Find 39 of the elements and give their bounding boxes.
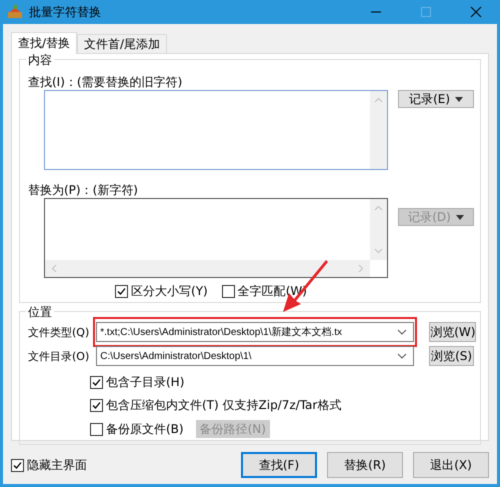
scroll-up-icon[interactable] [374, 204, 383, 213]
action-button[interactable]: 替换(R) [327, 452, 403, 478]
close-icon[interactable] [469, 5, 483, 19]
history-button[interactable]: 记录(E) [398, 90, 474, 108]
group-title: 位置 [26, 304, 54, 321]
checkmark-icon [13, 460, 22, 470]
field-label: 文件目录(O) [28, 348, 90, 364]
checkmark-icon [92, 378, 101, 387]
scroll-up-icon[interactable] [374, 96, 384, 105]
dropdown-icon [397, 353, 408, 359]
scroll-right-icon[interactable] [356, 264, 365, 273]
field-label: 文件类型(Q) [28, 324, 90, 340]
tab[interactable]: 文件首/尾添加 [77, 34, 168, 53]
window-title: 批量字符替换 [29, 4, 102, 20]
caret-icon [455, 96, 464, 102]
tab[interactable]: 查找/替换 [11, 32, 78, 54]
browse-button[interactable]: 浏览(W) [429, 322, 476, 342]
maximize-icon[interactable] [419, 5, 433, 19]
combo-field[interactable]: C:\Users\Administrator\Desktop\1\ [96, 346, 414, 366]
field-label: 查找(I)：(需要替换的旧字符) [28, 74, 184, 90]
option-checkbox[interactable]: 包含压缩包内文件(T) 仅支持Zip/7z/Tar格式 [90, 397, 342, 414]
app-icon [7, 5, 23, 19]
checkmark-icon [117, 287, 126, 296]
action-button[interactable]: 查找(F) [241, 452, 317, 478]
action-button[interactable]: 退出(X) [413, 452, 489, 478]
option-checkbox[interactable]: 区分大小写(Y) [115, 283, 208, 300]
field-label: 替换为(P)：(新字符) [28, 182, 139, 198]
scroll-down-icon[interactable] [374, 246, 383, 255]
dropdown-icon [397, 329, 408, 335]
option-checkbox[interactable]: 备份原文件(B) [90, 420, 184, 438]
caret-icon [456, 214, 464, 220]
checkmark-icon [92, 401, 101, 410]
replace-text-area[interactable] [44, 198, 388, 278]
option-checkbox[interactable]: 包含子目录(H) [90, 374, 184, 391]
browse-button[interactable]: 浏览(S) [429, 346, 474, 366]
combo-field[interactable]: *.txt;C:\Users\Administrator\Desktop\1\新建文本文档.tx [96, 322, 414, 342]
find-text-area[interactable] [44, 90, 388, 170]
scroll-left-icon[interactable] [50, 264, 59, 273]
hide-main-checkbox[interactable]: 隐藏主界面 [11, 456, 87, 474]
